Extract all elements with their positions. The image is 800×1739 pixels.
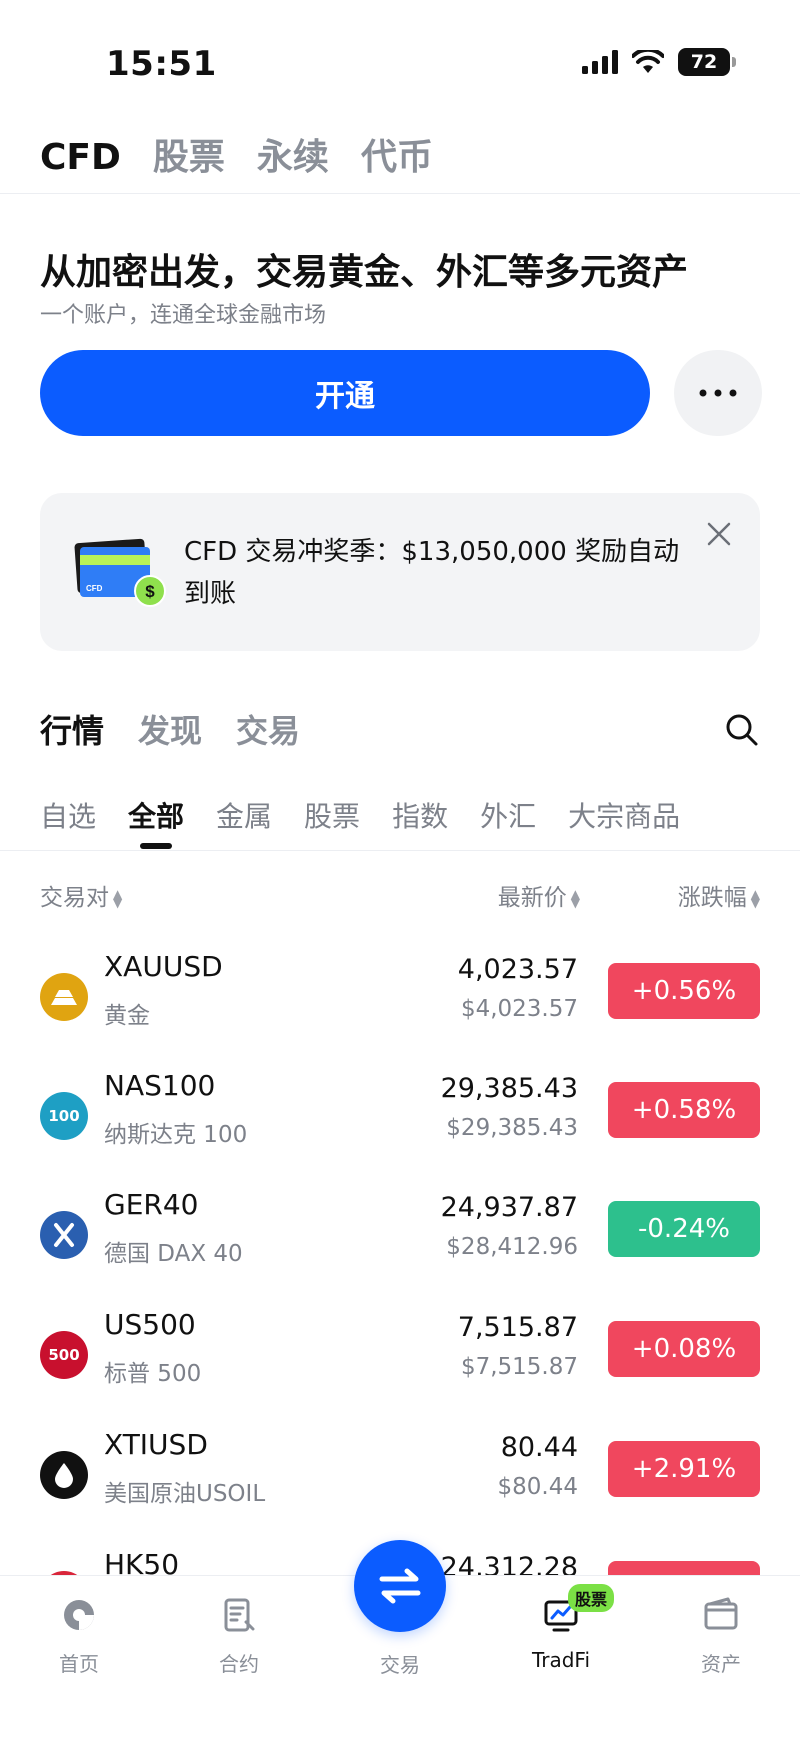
market-row[interactable]: GER40 德国 DAX 40 24,937.87 $28,412.96 -0.… [40, 1186, 760, 1286]
row-name: 美国原油USOIL [104, 1481, 266, 1507]
row-name: 德国 DAX 40 [104, 1241, 243, 1267]
card-reward-icon: CFD $ [74, 538, 166, 607]
nas100-logo-icon: 100 [40, 1092, 88, 1140]
promo-banner[interactable]: CFD $ CFD 交易冲奖季：$13,050,000 奖励自动到账 [40, 493, 760, 651]
nav-tradfi[interactable]: 股票 TradFi [506, 1584, 616, 1672]
nav-badge: 股票 [568, 1584, 615, 1612]
status-bar: 15:51 72 [0, 0, 800, 120]
oil-drop-icon [40, 1451, 88, 1499]
category-watchlist[interactable]: 自选 [40, 795, 96, 835]
row-name: 纳斯达克 100 [104, 1122, 248, 1148]
home-icon [64, 1600, 94, 1630]
battery-indicator: 72 [678, 48, 736, 76]
tab-cfd[interactable]: CFD [40, 137, 121, 178]
gold-logo-icon [40, 973, 88, 1021]
active-tab-indicator [140, 843, 172, 849]
contract-icon [224, 1598, 255, 1632]
tab-stocks[interactable]: 股票 [153, 128, 225, 180]
category-commodities[interactable]: 大宗商品 [568, 795, 680, 835]
category-indices[interactable]: 指数 [392, 795, 448, 835]
row-symbol: US500 [104, 1308, 196, 1341]
sort-by-price[interactable]: 最新价 ▲ ▼ [498, 878, 580, 912]
hero-subtitle: 一个账户，连通全球金融市场 [40, 303, 327, 328]
svg-text:$: $ [145, 582, 155, 601]
category-all[interactable]: 全部 [128, 795, 184, 835]
more-dots-icon [699, 389, 737, 397]
nav-label: 合约 [219, 1652, 259, 1676]
sort-icon: ▲ ▼ [750, 886, 760, 910]
more-button[interactable] [674, 350, 762, 436]
nav-home[interactable]: 首页 [24, 1596, 134, 1677]
nav-label: 首页 [59, 1652, 99, 1676]
row-change-badge: +0.08% [608, 1321, 760, 1377]
promo-text: CFD 交易冲奖季：$13,050,000 奖励自动到账 [184, 537, 680, 609]
hero-title: 从加密出发，交易黄金、外汇等多元资产 [40, 252, 689, 293]
market-row[interactable]: 100 NAS100 纳斯达克 100 29,385.43 $29,385.43… [40, 1067, 760, 1167]
divider [0, 850, 800, 851]
market-row[interactable]: XAUUSD 黄金 4,023.57 $4,023.57 +0.56% [40, 948, 760, 1048]
open-account-button[interactable]: 开通 [40, 350, 650, 436]
sort-icon: ▲ ▼ [113, 886, 123, 910]
nav-label: 交易 [380, 1653, 420, 1677]
row-price: 29,385.43 [440, 1073, 578, 1104]
category-stocks[interactable]: 股票 [304, 795, 360, 835]
search-icon[interactable] [724, 712, 760, 748]
market-row[interactable]: 500 US500 标普 500 7,515.87 $7,515.87 +0.0… [40, 1306, 760, 1406]
svg-text:CFD: CFD [86, 584, 103, 593]
list-header: 交易对 ▲ ▼ 最新价 ▲ ▼ 涨跌幅 ▲ ▼ [40, 878, 760, 911]
ger40-logo-icon [40, 1211, 88, 1259]
tab-quotes[interactable]: 行情 [40, 706, 104, 752]
market-tabs: 行情 发现 交易 [40, 706, 300, 752]
row-symbol: NAS100 [104, 1069, 216, 1102]
sort-by-pair[interactable]: 交易对 ▲ ▼ [40, 878, 122, 912]
tab-discover[interactable]: 发现 [138, 706, 202, 752]
row-symbol: XTIUSD [104, 1428, 208, 1461]
row-price: 4,023.57 [457, 954, 578, 985]
nav-assets[interactable]: 资产 [666, 1596, 776, 1677]
wifi-icon [632, 50, 664, 73]
top-tabs: CFD 股票 永续 代币 [40, 128, 433, 180]
category-tabs: 自选 全部 金属 股票 指数 外汇 大宗商品 [40, 795, 680, 835]
swap-icon [379, 1568, 421, 1604]
status-icons: 72 [582, 48, 736, 76]
row-usd-price: $80.44 [497, 1474, 578, 1500]
row-usd-price: $4,023.57 [460, 996, 578, 1022]
status-time: 15:51 [106, 44, 217, 84]
signal-icon [582, 50, 618, 74]
market-row[interactable]: XTIUSD 美国原油USOIL 80.44 $80.44 +2.91% [40, 1426, 760, 1526]
row-usd-price: $7,515.87 [460, 1354, 578, 1380]
nav-contract[interactable]: 合约 [184, 1596, 294, 1677]
sort-icon: ▲ ▼ [570, 886, 580, 910]
wallet-icon [704, 1597, 738, 1630]
trade-button[interactable] [354, 1540, 446, 1632]
tab-trade[interactable]: 交易 [236, 706, 300, 752]
tab-tokens[interactable]: 代币 [361, 128, 433, 180]
category-metals[interactable]: 金属 [216, 795, 272, 835]
sort-by-change[interactable]: 涨跌幅 ▲ ▼ [678, 878, 760, 912]
row-change-badge: +0.58% [608, 1082, 760, 1138]
divider [0, 193, 800, 194]
row-change-badge: +2.91% [608, 1441, 760, 1497]
row-name: 标普 500 [104, 1361, 202, 1387]
row-symbol: GER40 [104, 1188, 199, 1221]
category-forex[interactable]: 外汇 [480, 795, 536, 835]
row-usd-price: $28,412.96 [446, 1234, 578, 1260]
row-price: 24,937.87 [440, 1192, 578, 1223]
row-usd-price: $29,385.43 [446, 1115, 578, 1141]
row-price: 80.44 [500, 1432, 578, 1463]
us500-logo-icon: 500 [40, 1331, 88, 1379]
close-icon[interactable] [704, 519, 734, 549]
row-change-badge: -0.24% [608, 1201, 760, 1257]
nav-label: 资产 [701, 1652, 741, 1676]
row-symbol: XAUUSD [104, 950, 223, 983]
row-name: 黄金 [104, 1003, 150, 1029]
nav-label: TradFi [531, 1648, 591, 1672]
tab-perpetual[interactable]: 永续 [257, 128, 329, 180]
row-change-badge: +0.56% [608, 963, 760, 1019]
row-price: 7,515.87 [457, 1312, 578, 1343]
